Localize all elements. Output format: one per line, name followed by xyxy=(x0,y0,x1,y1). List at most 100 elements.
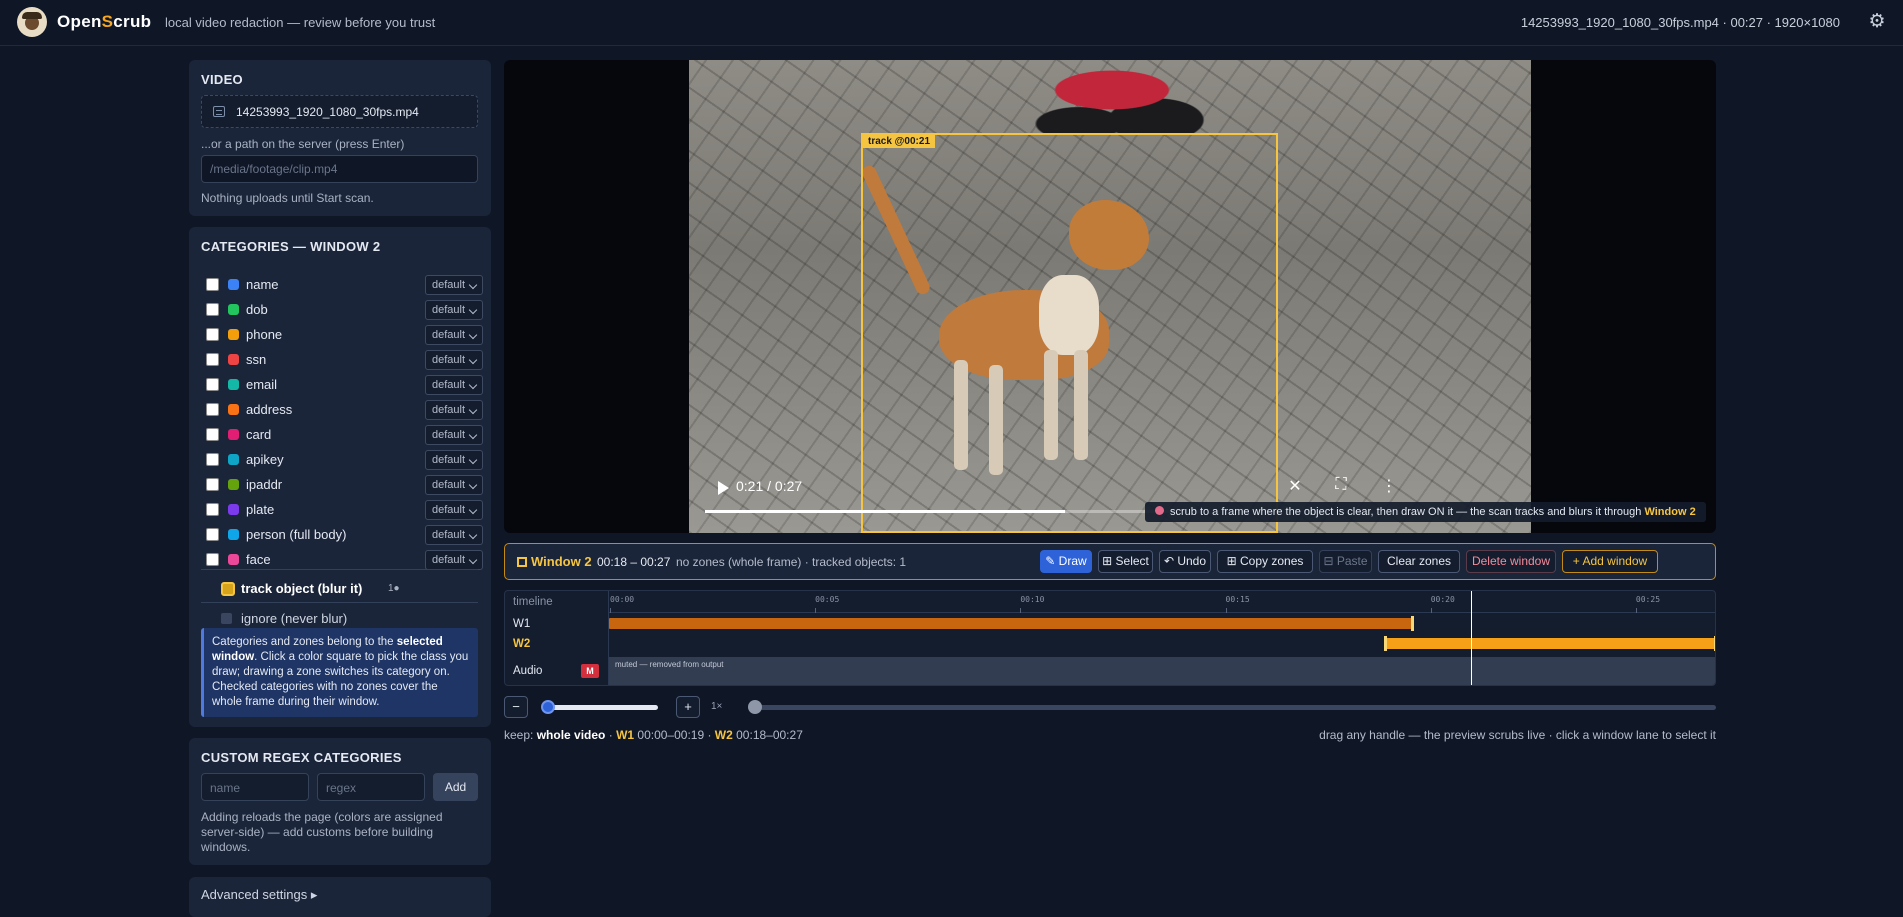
category-row[interactable]: person (full body) default xyxy=(206,524,483,546)
category-row[interactable]: plate default xyxy=(206,499,483,521)
category-checkbox[interactable] xyxy=(206,403,219,416)
audio-mute-badge[interactable]: M xyxy=(581,664,599,678)
window-1-bar[interactable] xyxy=(609,618,1414,629)
category-checkbox[interactable] xyxy=(206,303,219,316)
category-mode-select[interactable]: default xyxy=(425,325,483,345)
category-row[interactable]: ipaddr default xyxy=(206,474,483,496)
window-icon xyxy=(517,557,527,567)
category-mode-select[interactable]: default xyxy=(425,550,483,570)
delete-window-button[interactable]: Delete window xyxy=(1466,550,1556,573)
file-picker[interactable]: 14253993_1920_1080_30fps.mp4 xyxy=(201,95,478,128)
category-color-square[interactable] xyxy=(228,379,239,390)
timeline-tick: 00:20 xyxy=(1430,595,1455,613)
category-color-square[interactable] xyxy=(228,404,239,415)
ignore-color-square[interactable] xyxy=(221,613,232,624)
gear-icon[interactable]: ⚙ xyxy=(1867,12,1887,32)
undo-button[interactable]: ↶ Undo xyxy=(1159,550,1211,573)
category-mode-select[interactable]: default xyxy=(425,375,483,395)
timeline-ruler[interactable]: 00:00 00:05 00:10 00:15 00:20 00:25 xyxy=(609,591,1715,613)
zoom-level: 1× xyxy=(711,701,723,712)
category-checkbox[interactable] xyxy=(206,553,219,566)
zoom-slider[interactable] xyxy=(544,705,658,710)
window-2-end-handle[interactable] xyxy=(1714,636,1715,651)
category-checkbox[interactable] xyxy=(206,278,219,291)
scroll-slider[interactable] xyxy=(754,705,1716,710)
category-checkbox[interactable] xyxy=(206,528,219,541)
play-icon[interactable] xyxy=(718,481,729,495)
category-row[interactable]: face default xyxy=(206,549,483,571)
category-checkbox[interactable] xyxy=(206,478,219,491)
add-regex-button[interactable]: Add xyxy=(433,773,478,801)
category-row[interactable]: name default xyxy=(206,274,483,296)
category-color-square[interactable] xyxy=(228,304,239,315)
fullscreen-icon[interactable]: ⛶ xyxy=(1331,476,1351,494)
scroll-slider-knob[interactable] xyxy=(748,700,762,714)
category-color-square[interactable] xyxy=(228,454,239,465)
timeline[interactable]: timeline W1 W2 Audio M 00:00 00:05 00:10 00… xyxy=(504,590,1716,686)
category-mode-select[interactable]: default xyxy=(425,400,483,420)
category-row[interactable]: ssn default xyxy=(206,349,483,371)
advanced-settings-toggle[interactable]: Advanced settings ▸ xyxy=(201,887,317,903)
zoom-out-button[interactable]: − xyxy=(504,696,528,718)
video-progress[interactable] xyxy=(705,510,1205,513)
select-button[interactable]: ⊞ Select xyxy=(1098,550,1153,573)
category-row[interactable]: dob default xyxy=(206,299,483,321)
lane-label-w2[interactable]: W2 xyxy=(513,638,530,650)
category-checkbox[interactable] xyxy=(206,378,219,391)
category-checkbox[interactable] xyxy=(206,353,219,366)
category-row[interactable]: card default xyxy=(206,424,483,446)
category-mode-select[interactable]: default xyxy=(425,475,483,495)
video-player[interactable]: track @00:21 0:21 / 0:27 ✕ ⛶ ⋮ scrub to … xyxy=(504,60,1716,533)
category-color-square[interactable] xyxy=(228,529,239,540)
category-row[interactable]: email default xyxy=(206,374,483,396)
category-label: address xyxy=(246,402,293,417)
category-checkbox[interactable] xyxy=(206,428,219,441)
category-row[interactable]: address default xyxy=(206,399,483,421)
category-color-square[interactable] xyxy=(228,479,239,490)
track-color-square[interactable] xyxy=(221,582,235,596)
category-mode-select[interactable]: default xyxy=(425,450,483,470)
category-checkbox[interactable] xyxy=(206,328,219,341)
category-label: dob xyxy=(246,302,268,317)
category-mode-select[interactable]: default xyxy=(425,300,483,320)
window-1-end-handle[interactable] xyxy=(1411,616,1415,631)
categories-title: CATEGORIES — WINDOW 2 xyxy=(201,239,381,254)
audio-lane[interactable]: muted — removed from output xyxy=(609,657,1715,685)
more-options-icon[interactable]: ⋮ xyxy=(1379,476,1399,496)
window-2-bar[interactable] xyxy=(1384,638,1715,649)
window-2-start-handle[interactable] xyxy=(1383,636,1387,651)
advanced-settings-panel[interactable]: Advanced settings ▸ xyxy=(189,877,491,917)
category-color-square[interactable] xyxy=(228,279,239,290)
add-window-button[interactable]: + Add window xyxy=(1562,550,1658,573)
zoom-slider-knob[interactable] xyxy=(541,700,555,714)
lane-label-w1[interactable]: W1 xyxy=(513,618,530,630)
zoom-in-button[interactable]: + xyxy=(676,696,700,718)
category-mode-select[interactable]: default xyxy=(425,350,483,370)
regex-pattern-input[interactable]: regex xyxy=(317,773,425,801)
mute-icon[interactable]: ✕ xyxy=(1285,476,1305,496)
category-checkbox[interactable] xyxy=(206,453,219,466)
category-checkbox[interactable] xyxy=(206,503,219,516)
timeline-playhead[interactable] xyxy=(1470,591,1472,685)
category-row[interactable]: apikey default xyxy=(206,449,483,471)
paste-button[interactable]: ⊟ Paste xyxy=(1319,550,1372,573)
video-frame[interactable]: track @00:21 xyxy=(689,60,1531,533)
category-color-square[interactable] xyxy=(228,554,239,565)
tracked-object-box[interactable]: track @00:21 xyxy=(861,133,1278,533)
category-mode-select[interactable]: default xyxy=(425,425,483,445)
copy-zones-button[interactable]: ⊞ Copy zones xyxy=(1217,550,1313,573)
category-color-square[interactable] xyxy=(228,504,239,515)
server-path-input[interactable] xyxy=(201,155,478,183)
category-color-square[interactable] xyxy=(228,429,239,440)
timeline-area[interactable]: 00:00 00:05 00:10 00:15 00:20 00:25 muted — r… xyxy=(609,591,1715,685)
category-mode-select[interactable]: default xyxy=(425,525,483,545)
category-mode-select[interactable]: default xyxy=(425,275,483,295)
regex-name-input[interactable]: name xyxy=(201,773,309,801)
film-icon xyxy=(213,106,225,117)
clear-zones-button[interactable]: Clear zones xyxy=(1378,550,1460,573)
category-color-square[interactable] xyxy=(228,354,239,365)
category-mode-select[interactable]: default xyxy=(425,500,483,520)
category-row[interactable]: phone default xyxy=(206,324,483,346)
draw-button[interactable]: ✎ Draw xyxy=(1040,550,1092,573)
category-color-square[interactable] xyxy=(228,329,239,340)
